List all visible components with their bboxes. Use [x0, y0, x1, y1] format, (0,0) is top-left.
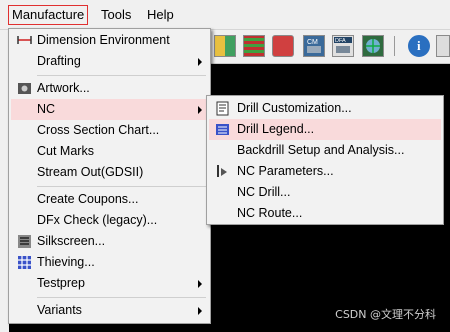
menu-separator	[37, 75, 206, 76]
nc-parameters-icon	[217, 165, 227, 177]
menu-item-label: Testprep	[37, 276, 85, 290]
menu-item-nc-route[interactable]: NC Route...	[209, 203, 441, 224]
drill-legend-icon	[216, 124, 229, 135]
menu-item-label: Cut Marks	[37, 144, 94, 158]
menu-item-label: Silkscreen...	[37, 234, 106, 248]
menu-item-cross-section-chart[interactable]: Cross Section Chart...	[11, 120, 208, 141]
toolbar-3d-icon[interactable]	[362, 35, 384, 57]
menu-item-artwork[interactable]: Artwork...	[11, 78, 208, 99]
menu-item-drill-customization[interactable]: Drill Customization...	[209, 98, 441, 119]
menu-item-testprep[interactable]: Testprep	[11, 273, 208, 294]
menu-item-backdrill-setup[interactable]: Backdrill Setup and Analysis...	[209, 140, 441, 161]
menu-item-nc[interactable]: NC	[11, 99, 208, 120]
menu-item-label: Drill Legend...	[237, 122, 315, 136]
menu-item-label: DFx Check (legacy)...	[37, 213, 158, 227]
cm-glyph-icon: CM	[307, 39, 321, 53]
toolbar-extra-icon[interactable]	[436, 35, 450, 57]
menu-item-label: NC Drill...	[237, 185, 291, 199]
menu-item-variants[interactable]: Variants	[11, 300, 208, 321]
menu-item-label: Cross Section Chart...	[37, 123, 160, 137]
menu-item-label: Drill Customization...	[237, 101, 352, 115]
menu-item-label: Dimension Environment	[37, 33, 170, 47]
submenu-arrow-icon	[198, 280, 202, 288]
menu-item-dimension-environment[interactable]: Dimension Environment	[11, 30, 208, 51]
menu-bar: Manufacture Tools Help	[0, 0, 450, 30]
dimension-icon	[17, 36, 32, 44]
menu-item-drafting[interactable]: Drafting	[11, 51, 208, 72]
menu-item-label: Backdrill Setup and Analysis...	[237, 143, 405, 157]
manufacture-menu: Dimension Environment Drafting Artwork..…	[8, 28, 211, 324]
toolbar-layers-icon[interactable]	[243, 35, 265, 57]
menu-item-label: Stream Out(GDSII)	[37, 165, 144, 179]
dfa-glyph-icon: DFA	[334, 37, 352, 53]
menu-item-nc-drill[interactable]: NC Drill...	[209, 182, 441, 203]
silkscreen-icon	[18, 235, 31, 248]
toolbar-info-icon[interactable]: i	[408, 35, 430, 57]
menu-item-dfx-check[interactable]: DFx Check (legacy)...	[11, 210, 208, 231]
menu-tools[interactable]: Tools	[97, 6, 135, 24]
menu-manufacture[interactable]: Manufacture	[8, 5, 89, 25]
menu-item-thieving[interactable]: Thieving...	[11, 252, 208, 273]
menu-item-cut-marks[interactable]: Cut Marks	[11, 141, 208, 162]
menu-item-drill-legend[interactable]: Drill Legend...	[209, 119, 441, 140]
toolbar: CM DFA i	[210, 30, 450, 64]
toolbar-grid-icon[interactable]	[214, 35, 236, 57]
menu-help[interactable]: Help	[143, 6, 178, 24]
submenu-arrow-icon	[198, 106, 202, 114]
menu-item-stream-out[interactable]: Stream Out(GDSII)	[11, 162, 208, 183]
menu-item-label: Thieving...	[37, 255, 95, 269]
info-glyph-icon: i	[417, 38, 421, 53]
menu-separator	[37, 297, 206, 298]
menu-item-label: NC Route...	[237, 206, 303, 220]
globe-glyph-icon	[366, 39, 380, 53]
menu-item-label: Variants	[37, 303, 82, 317]
menu-item-label: Create Coupons...	[37, 192, 139, 206]
toolbar-cm-icon[interactable]: CM	[303, 35, 325, 57]
toolbar-dfa-icon[interactable]: DFA	[332, 35, 354, 57]
nc-submenu: Drill Customization... Drill Legend... B…	[206, 95, 444, 225]
menu-item-create-coupons[interactable]: Create Coupons...	[11, 189, 208, 210]
toolbar-shapes-icon[interactable]	[272, 35, 294, 57]
menu-item-label: NC Parameters...	[237, 164, 334, 178]
menu-separator	[37, 186, 206, 187]
menu-item-label: Artwork...	[37, 81, 90, 95]
artwork-icon	[18, 83, 31, 94]
thieving-icon	[18, 256, 31, 269]
drill-customization-icon	[216, 101, 229, 116]
watermark: CSDN @文理不分科	[335, 308, 436, 321]
toolbar-separator	[394, 36, 395, 56]
submenu-arrow-icon	[198, 307, 202, 315]
menu-item-label: Drafting	[37, 54, 81, 68]
menu-item-nc-parameters[interactable]: NC Parameters...	[209, 161, 441, 182]
menu-item-label: NC	[37, 102, 56, 116]
submenu-arrow-icon	[198, 58, 202, 66]
menu-item-silkscreen[interactable]: Silkscreen...	[11, 231, 208, 252]
svg-text:DFA: DFA	[335, 38, 346, 44]
svg-text:CM: CM	[307, 39, 318, 46]
